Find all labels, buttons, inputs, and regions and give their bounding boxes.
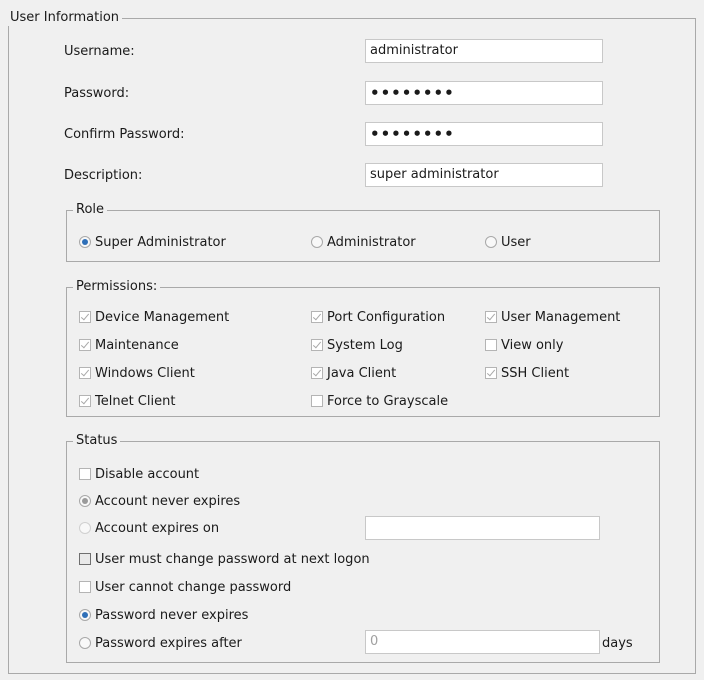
permission-system-log[interactable]: System Log [311, 338, 403, 354]
checkbox-icon[interactable] [79, 553, 91, 565]
radio-icon[interactable] [79, 637, 91, 649]
password-label: Password: [64, 86, 130, 101]
role-legend: Role [73, 202, 108, 218]
confirm-password-label: Confirm Password: [64, 127, 185, 142]
checkbox-checked-icon[interactable] [79, 311, 91, 323]
status-legend: Status [73, 433, 121, 449]
checkbox-icon[interactable] [485, 339, 497, 351]
option-label: User must change password at next logon [95, 552, 370, 567]
permission-label: System Log [327, 338, 403, 353]
checkbox-checked-icon[interactable] [79, 395, 91, 407]
radio-selected-icon[interactable] [79, 495, 91, 507]
permission-label: Telnet Client [95, 394, 176, 409]
password-expires-days-input[interactable]: 0 [365, 630, 600, 654]
permission-force-to-grayscale[interactable]: Force to Grayscale [311, 394, 448, 410]
checkbox-checked-icon[interactable] [79, 339, 91, 351]
account-expires-date-input[interactable] [365, 516, 600, 540]
permission-label: Maintenance [95, 338, 179, 353]
account-never-expires-option[interactable]: Account never expires [79, 494, 240, 510]
checkbox-checked-icon[interactable] [311, 311, 323, 323]
checkbox-checked-icon[interactable] [79, 367, 91, 379]
confirm-password-input[interactable]: •••••••• [365, 122, 603, 146]
radio-icon[interactable] [485, 236, 497, 248]
password-input[interactable]: •••••••• [365, 81, 603, 105]
radio-selected-icon[interactable] [79, 609, 91, 621]
permission-java-client[interactable]: Java Client [311, 366, 396, 382]
permission-maintenance[interactable]: Maintenance [79, 338, 179, 354]
permission-ssh-client[interactable]: SSH Client [485, 366, 569, 382]
permission-label: Windows Client [95, 366, 195, 381]
checkbox-icon[interactable] [79, 581, 91, 593]
checkbox-checked-icon[interactable] [485, 311, 497, 323]
role-label: Administrator [327, 235, 416, 250]
permission-label: Device Management [95, 310, 230, 325]
option-label: User cannot change password [95, 580, 292, 595]
description-label: Description: [64, 168, 143, 183]
permissions-legend: Permissions: [73, 279, 161, 295]
password-never-expires-option[interactable]: Password never expires [79, 608, 248, 624]
checkbox-icon[interactable] [79, 468, 91, 480]
permission-telnet-client[interactable]: Telnet Client [79, 394, 175, 410]
permission-label: User Management [501, 310, 621, 325]
radio-icon[interactable] [79, 522, 91, 534]
option-label: Disable account [95, 467, 200, 482]
role-option-super-administrator[interactable]: Super Administrator [79, 235, 226, 251]
checkbox-icon[interactable] [311, 395, 323, 407]
option-label: Account expires on [95, 521, 220, 536]
permission-label: Port Configuration [327, 310, 446, 325]
permission-windows-client[interactable]: Windows Client [79, 366, 195, 382]
option-label: Password expires after [95, 636, 242, 651]
password-expires-after-option[interactable]: Password expires after [79, 636, 242, 652]
account-expires-on-option[interactable]: Account expires on [79, 521, 219, 537]
description-input[interactable]: super administrator [365, 163, 603, 187]
radio-selected-icon[interactable] [79, 236, 91, 248]
permission-port-configuration[interactable]: Port Configuration [311, 310, 445, 326]
role-label: User [501, 235, 531, 250]
permission-label: SSH Client [501, 366, 570, 381]
option-label: Password never expires [95, 608, 249, 623]
role-label: Super Administrator [95, 235, 226, 250]
checkbox-checked-icon[interactable] [311, 339, 323, 351]
permission-label: View only [501, 338, 564, 353]
permission-label: Java Client [327, 366, 397, 381]
cannot-change-password-option[interactable]: User cannot change password [79, 580, 291, 596]
disable-account-option[interactable]: Disable account [79, 467, 199, 483]
user-information-legend: User Information [7, 10, 123, 26]
role-option-user[interactable]: User [485, 235, 531, 251]
permission-label: Force to Grayscale [327, 394, 449, 409]
user-settings-panel: User Information Username: administrator… [0, 0, 704, 680]
permission-view-only[interactable]: View only [485, 338, 563, 354]
checkbox-checked-icon[interactable] [311, 367, 323, 379]
days-unit-label: days [602, 636, 633, 651]
username-input[interactable]: administrator [365, 39, 603, 63]
permission-user-management[interactable]: User Management [485, 310, 620, 326]
must-change-password-option[interactable]: User must change password at next logon [79, 552, 370, 568]
permission-device-management[interactable]: Device Management [79, 310, 229, 326]
role-option-administrator[interactable]: Administrator [311, 235, 416, 251]
radio-icon[interactable] [311, 236, 323, 248]
option-label: Account never expires [95, 494, 241, 509]
checkbox-checked-icon[interactable] [485, 367, 497, 379]
username-label: Username: [64, 44, 135, 59]
